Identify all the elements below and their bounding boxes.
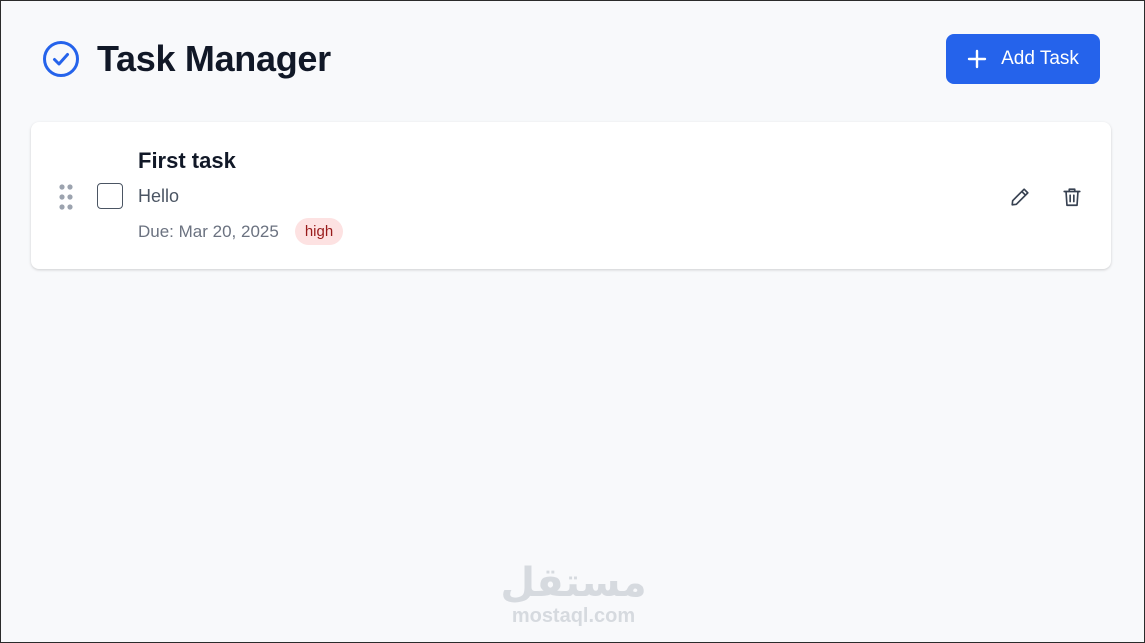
task-meta: Due: Mar 20, 2025 high [138,218,344,245]
drag-handle-icon[interactable] [59,184,73,210]
plus-icon [967,49,987,69]
watermark-logo: مستقل mostaql.com [481,561,666,631]
task-complete-checkbox[interactable] [97,183,123,209]
edit-task-button[interactable] [1007,184,1033,210]
task-description: Hello [138,186,180,206]
watermark-arabic: مستقل [500,560,647,606]
task-title: First task [138,148,236,173]
brand: Task Manager [41,38,331,80]
add-task-button[interactable]: Add Task [946,34,1100,84]
task-due-date: Due: Mar 20, 2025 [138,221,279,241]
pencil-icon [1011,188,1029,206]
add-task-label: Add Task [1001,48,1079,69]
priority-badge: high [294,218,344,245]
task-card: First task Hello Due: Mar 20, 2025 high [31,122,1111,269]
page-title: Task Manager [97,38,331,79]
delete-task-button[interactable] [1059,184,1085,210]
app-window: Task Manager Add Task First task Hello D… [0,0,1145,643]
watermark-latin: mostaql.com [511,605,636,627]
trash-icon [1063,188,1081,207]
header: Task Manager Add Task [41,33,1100,85]
check-circle-icon [41,39,81,79]
